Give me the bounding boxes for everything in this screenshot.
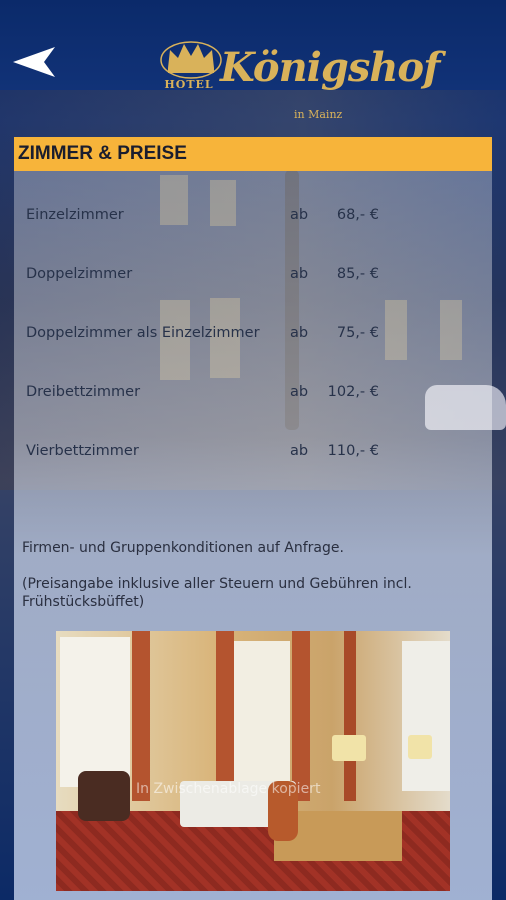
room-name: Dreibettzimmer <box>26 384 141 400</box>
price-row: Vierbettzimmer ab 110,- € <box>14 443 492 467</box>
price-prefix: ab <box>290 207 309 223</box>
room-name: Einzelzimmer <box>26 207 124 223</box>
clipboard-watermark: In Zwischenablage kopiert <box>136 781 321 797</box>
price-row: Dreibettzimmer ab 102,- € <box>14 384 492 408</box>
room-name: Doppelzimmer als Einzelzimmer <box>26 325 260 341</box>
room-price: 75,- € <box>336 325 379 341</box>
room-name: Vierbettzimmer <box>26 443 139 459</box>
photo-curtain <box>132 631 150 801</box>
photo-curtain <box>344 631 356 801</box>
room-name: Doppelzimmer <box>26 266 133 282</box>
room-price: 85,- € <box>336 266 379 282</box>
crown-icon <box>160 41 222 79</box>
price-prefix: ab <box>290 443 309 459</box>
price-row: Einzelzimmer ab 68,- € <box>14 207 492 231</box>
content-panel: ZIMMER & PREISE Einzelzimmer ab 68,- € D… <box>14 137 492 900</box>
photo-curtain <box>292 631 310 801</box>
conditions-note: Firmen- und Gruppenkonditionen auf Anfra… <box>22 540 344 556</box>
room-price: 110,- € <box>327 443 379 459</box>
room-price: 68,- € <box>336 207 379 223</box>
room-photo: In Zwischenablage kopiert <box>56 631 450 891</box>
photo-window <box>234 641 290 781</box>
price-prefix: ab <box>290 266 309 282</box>
photo-lamp <box>408 735 432 759</box>
price-prefix: ab <box>290 325 309 341</box>
logo-name-text: Königshof <box>220 44 440 91</box>
price-prefix: ab <box>290 384 309 400</box>
price-row: Doppelzimmer ab 85,- € <box>14 266 492 290</box>
room-price: 102,- € <box>327 384 379 400</box>
logo-sub-text: in Mainz <box>294 108 343 121</box>
photo-lamp <box>332 735 366 761</box>
photo-window <box>60 637 130 787</box>
photo-curtain <box>216 631 234 801</box>
back-arrow-icon <box>13 47 55 77</box>
price-row: Doppelzimmer als Einzelzimmer ab 75,- € <box>14 325 492 349</box>
hotel-logo: HOTEL Königshof in Mainz <box>138 32 440 124</box>
section-title: ZIMMER & PREISE <box>14 137 492 171</box>
back-button[interactable] <box>10 44 58 80</box>
photo-window <box>402 641 450 791</box>
tax-note: (Preisangabe inklusive aller Steuern und… <box>22 576 412 610</box>
photo-armchair <box>78 771 130 821</box>
